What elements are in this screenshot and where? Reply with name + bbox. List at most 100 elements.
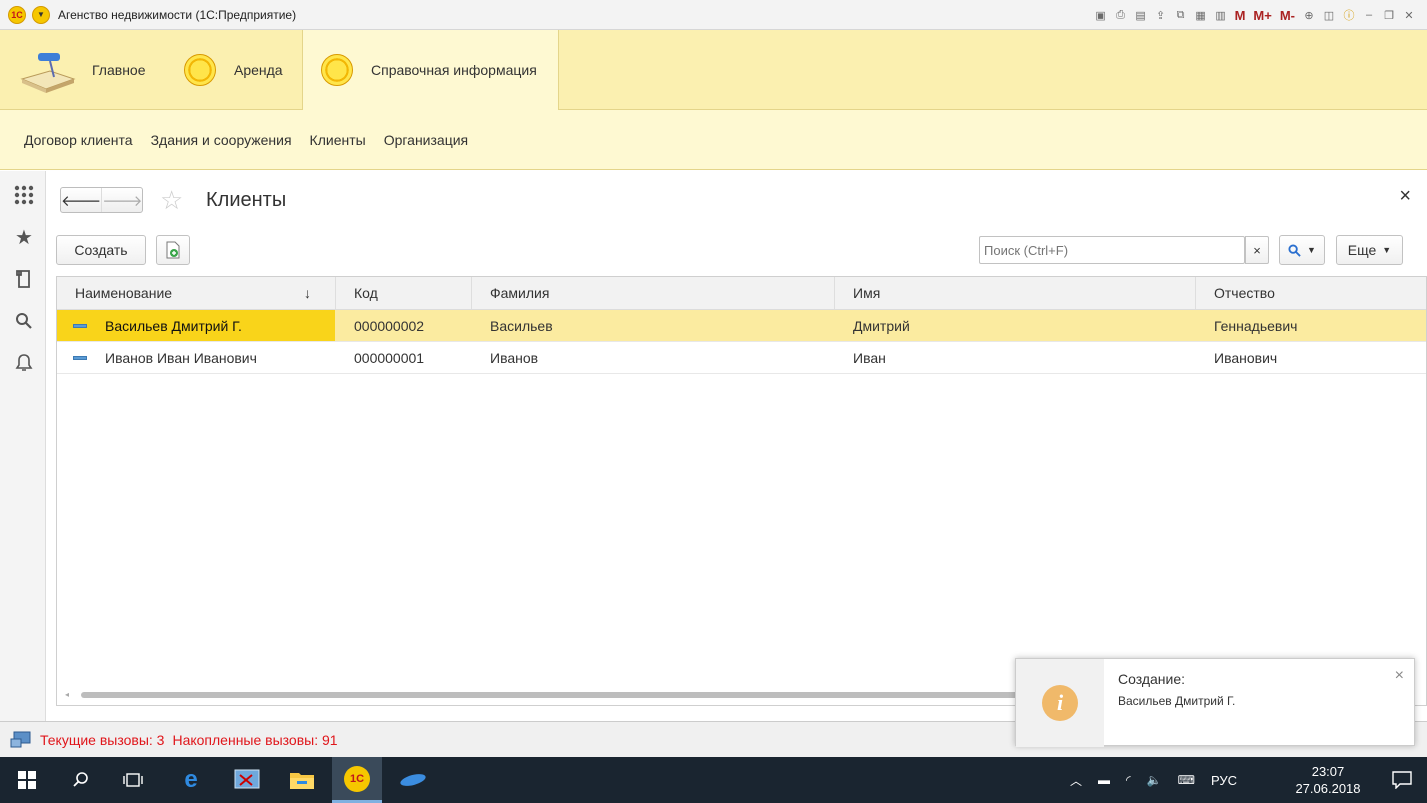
cell-firstname: Иван [853,349,886,366]
notification-popup[interactable]: i Создание: Васильев Дмитрий Г. × [1015,658,1415,747]
create-button[interactable]: Создать [56,235,146,265]
close-form-icon[interactable]: × [1399,185,1411,208]
forward-arrow-icon[interactable]: 🡒 [101,188,142,212]
memory-plus-icon[interactable]: M+ [1251,8,1273,23]
subnav-buildings[interactable]: Здания и сооружения [151,132,292,148]
current-calls-counter: Текущие вызовы: 3 [40,731,165,748]
edge-browser-icon[interactable]: e [166,757,216,803]
search-clear-button[interactable]: × [1245,236,1269,264]
cell-name-text: Иванов Иван Иванович [105,349,257,366]
cell-name: Васильев Дмитрий Г. [57,310,335,341]
calendar-icon[interactable]: ▥ [1213,7,1229,23]
onec-taskbar-icon[interactable]: 1С [332,757,382,803]
keyboard-icon[interactable]: ⌨ [1178,773,1195,787]
search-icon[interactable] [14,311,34,331]
upload-icon[interactable]: ⇪ [1153,7,1169,23]
section-reference[interactable]: Справочная информация [302,30,559,110]
cell-name: Иванов Иван Иванович [57,342,335,373]
memory-m-icon[interactable]: M [1233,8,1248,23]
windows-start-icon[interactable] [2,757,52,803]
column-header-code[interactable]: Код [336,277,472,309]
onec-configurator-icon[interactable] [388,757,438,803]
nav-buttons: 🡐 🡒 [60,187,143,213]
notification-icon-area: i [1016,659,1104,747]
file-explorer-icon[interactable] [277,757,327,803]
titlebar-tools: ▣ ⎙ ▤ ⇪ ⧉ ▦ ▥ M M+ M- ⊕ ◫ ⓘ – ❐ ✕ [1093,0,1427,30]
notification-text[interactable]: Васильев Дмитрий Г. [1118,694,1235,708]
favorites-star-icon[interactable]: ★ [14,227,34,249]
form-title: Клиенты [206,189,287,211]
link-icon[interactable]: ⧉ [1173,7,1189,23]
more-button[interactable]: Еще ▼ [1336,235,1403,265]
minimize-icon[interactable]: – [1361,7,1377,23]
desk-lamp-icon [20,53,76,93]
search-options-button[interactable]: ▼ [1279,235,1325,265]
language-indicator[interactable]: РУС [1211,773,1237,788]
subnav-clients[interactable]: Клиенты [310,132,366,148]
section-rent[interactable]: Аренда [184,30,283,110]
calls-monitor-icon[interactable] [10,730,32,750]
close-window-icon[interactable]: ✕ [1401,7,1417,23]
add-document-icon [166,241,180,259]
table-row[interactable]: Васильев Дмитрий Г. 000000002 Васильев Д… [57,310,1426,342]
search-input[interactable] [979,236,1245,264]
restore-icon[interactable]: ❐ [1381,7,1397,23]
notification-close-icon[interactable]: × [1395,667,1404,685]
table-row[interactable]: Иванов Иван Иванович 000000001 Иванов Ив… [57,342,1426,374]
taskbar-search-icon[interactable] [56,757,106,803]
tray-expand-icon[interactable]: ︿ [1070,772,1082,789]
windows-taskbar: e 1С ︿ ▬ ◜ 🔈 ⌨ РУС 23:07 27.06.2018 [0,757,1427,803]
cell-middlename: Геннадьевич [1214,317,1298,334]
snipping-tool-icon[interactable] [222,757,272,803]
subnav-client-contract[interactable]: Договор клиента [24,132,133,148]
wifi-icon[interactable]: ◜ [1126,773,1131,787]
section-main[interactable]: Главное [20,30,146,110]
section-main-label: Главное [92,62,146,78]
sections-panel: Главное Аренда Справочная информация [0,30,1427,110]
battery-icon[interactable]: ▬ [1098,773,1110,787]
notification-title: Создание: [1118,671,1186,687]
column-header-middlename[interactable]: Отчество [1196,277,1427,309]
search-icon [1288,243,1301,257]
preview-icon[interactable]: ▤ [1133,7,1149,23]
task-view-icon[interactable] [108,757,158,803]
action-center-icon[interactable] [1377,757,1427,803]
catalog-item-icon [73,323,87,328]
list-form: 🡐 🡒 ☆ Клиенты × Создать × ▼ Еще ▼ Наимен… [46,171,1427,721]
accumulated-calls-counter: Накопленные вызовы: 91 [172,731,338,748]
scroll-left-icon[interactable]: ◂ [65,690,69,699]
chevron-down-icon: ▼ [1307,245,1316,255]
panel-icon[interactable]: ◫ [1321,7,1337,23]
table-header: Наименование ↓ Код Фамилия Имя Отчество [57,277,1426,310]
subnav-organization[interactable]: Организация [384,132,468,148]
notifications-bell-icon[interactable] [14,353,34,373]
section-reference-label: Справочная информация [371,62,537,78]
zoom-icon[interactable]: ⊕ [1301,7,1317,23]
column-header-firstname[interactable]: Имя [835,277,1196,309]
column-header-name[interactable]: Наименование ↓ [57,277,336,309]
history-icon[interactable] [14,269,34,289]
clock[interactable]: 23:07 27.06.2018 [1292,757,1364,803]
more-label: Еще [1347,242,1377,258]
info-icon[interactable]: ⓘ [1341,7,1357,23]
apps-grid-icon[interactable] [14,185,34,205]
volume-icon[interactable]: 🔈 [1147,773,1162,787]
copy-create-button[interactable] [156,235,190,265]
back-arrow-icon[interactable]: 🡐 [61,188,101,212]
print-icon[interactable]: ⎙ [1113,7,1129,23]
window-title: Агенство недвижимости (1С:Предприятие) [58,7,297,22]
calculator-icon[interactable]: ▦ [1193,7,1209,23]
chevron-down-icon: ▼ [1382,245,1392,255]
main-menu-icon[interactable]: ▼ [32,5,50,24]
app-logo-icon[interactable]: 1С [8,5,26,24]
save-icon[interactable]: ▣ [1093,7,1109,23]
coin-icon [184,54,216,86]
cell-middlename: Иванович [1214,349,1278,366]
memory-minus-icon[interactable]: M- [1278,8,1297,23]
clients-table[interactable]: Наименование ↓ Код Фамилия Имя Отчество … [56,276,1427,706]
cell-lastname: Иванов [490,349,539,366]
column-header-lastname[interactable]: Фамилия [472,277,835,309]
sort-arrow-icon: ↓ [304,285,311,301]
cell-lastname: Васильев [490,317,553,334]
favorite-star-icon[interactable]: ☆ [160,187,183,213]
